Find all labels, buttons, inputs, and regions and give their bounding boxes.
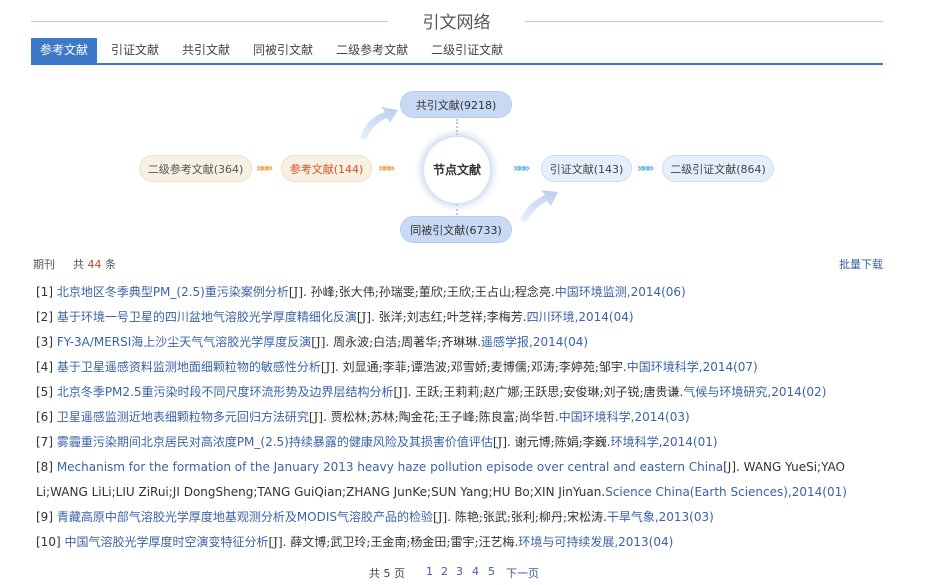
- tab-co-cited[interactable]: 共引文献: [173, 38, 239, 63]
- count-suffix: 条: [105, 258, 116, 271]
- result-count: 共 44 条: [73, 256, 116, 272]
- ref-source-link[interactable]: 环境与可持续发展,2013(04): [518, 535, 673, 549]
- connector-dots: [456, 119, 458, 135]
- ref-number: [2]: [36, 310, 57, 324]
- center-node[interactable]: 节点文献: [424, 137, 490, 203]
- co-citing-node[interactable]: 同被引文献(6733): [400, 216, 512, 243]
- section-title-bar: 引文网络: [31, 8, 883, 36]
- ref-number: [8]: [36, 460, 57, 474]
- ref-authors: [J]. 陈艳;张武;张利;柳丹;宋松涛.: [433, 510, 607, 524]
- secondary-references-node[interactable]: 二级参考文献(364): [139, 155, 252, 182]
- list-item: [10] 中国气溶胶光学厚度时空演变特征分析[J]. 薛文博;武卫玲;王金南;杨…: [36, 530, 866, 555]
- chevrons-icon: »»»: [378, 161, 395, 175]
- section-title: 引文网络: [422, 13, 491, 33]
- citing-node[interactable]: 引证文献(143): [541, 155, 632, 182]
- arrow-up-icon: [360, 107, 398, 140]
- ref-authors: [J]. 贾松林;苏林;陶金花;王子峰;陈良富;尚华哲.: [308, 410, 559, 424]
- ref-source-link[interactable]: 中国环境科学,2014(03): [559, 410, 690, 424]
- ref-title-link[interactable]: 雾霾重污染期间北京居民对高浓度PM_(2.5)持续暴露的健康风险及其损害价值评估: [57, 435, 493, 449]
- tab-references[interactable]: 参考文献: [31, 38, 98, 63]
- tab-secondary-citing[interactable]: 二级引证文献: [422, 38, 512, 63]
- ref-title-link[interactable]: 基于环境一号卫星的四川盆地气溶胶光学厚度精细化反演: [57, 310, 357, 324]
- secondary-citing-node[interactable]: 二级引证文献(864): [662, 155, 774, 182]
- page-link-4[interactable]: 4: [472, 565, 479, 578]
- ref-authors: [J]. 薛文博;武卫玲;王金南;杨金田;雷宇;汪艺梅.: [268, 535, 519, 549]
- reference-list: [1] 北京地区冬季典型PM_(2.5)重污染案例分析[J]. 孙峰;张大伟;孙…: [36, 280, 866, 555]
- chevrons-icon: »»»: [513, 161, 530, 175]
- references-node-label: 参考文献(144): [289, 163, 364, 176]
- ref-number: [9]: [36, 510, 57, 524]
- ref-source-link[interactable]: 四川环境,2014(04): [527, 310, 634, 324]
- pagination: 共 5 页 1 2 3 4 5 下一页: [0, 565, 945, 581]
- ref-authors: [J]. 刘显通;李菲;谭浩波;邓雪娇;麦博儒;邓涛;李婷苑;邹宇.: [320, 360, 627, 374]
- ref-authors: [J]. 孙峰;张大伟;孙瑞雯;董欣;王欣;王占山;程念亮.: [288, 285, 555, 299]
- list-item: [4] 基于卫星遥感资料监测地面细颗粒物的敏感性分析[J]. 刘显通;李菲;谭浩…: [36, 355, 866, 380]
- ref-title-link[interactable]: 北京冬季PM2.5重污染时段不同尺度环流形势及边界层结构分析: [57, 385, 394, 399]
- list-item: [6] 卫星遥感监测近地表细颗粒物多元回归方法研究[J]. 贾松林;苏林;陶金花…: [36, 405, 866, 430]
- references-node[interactable]: 参考文献(144): [281, 155, 372, 182]
- page-total: 共 5 页: [369, 567, 405, 580]
- ref-title-link[interactable]: 北京地区冬季典型PM_(2.5)重污染案例分析: [57, 285, 289, 299]
- page-link-3[interactable]: 3: [456, 565, 463, 578]
- ref-number: [4]: [36, 360, 57, 374]
- list-item: [2] 基于环境一号卫星的四川盆地气溶胶光学厚度精细化反演[J]. 张洋;刘志红…: [36, 305, 866, 330]
- co-cited-node[interactable]: 共引文献(9218): [400, 91, 512, 118]
- batch-download-link[interactable]: 批量下载: [839, 256, 883, 272]
- citation-network-diagram: 共引文献(9218) 二级参考文献(364) »»» 参考文献(144) »»»…: [0, 80, 945, 250]
- ref-source-link[interactable]: 环境科学,2014(01): [611, 435, 718, 449]
- title-divider-left: [31, 21, 388, 22]
- ref-number: [7]: [36, 435, 57, 449]
- ref-title-link[interactable]: 中国气溶胶光学厚度时空演变特征分析: [64, 535, 268, 549]
- list-item: [1] 北京地区冬季典型PM_(2.5)重污染案例分析[J]. 孙峰;张大伟;孙…: [36, 280, 866, 305]
- list-header: 期刊 共 44 条 批量下载: [33, 256, 883, 272]
- title-divider-right: [525, 21, 883, 22]
- ref-authors: [J]. 周永波;白洁;周著华;齐琳琳.: [311, 335, 482, 349]
- chevrons-icon: »»»: [256, 161, 273, 175]
- tab-citing[interactable]: 引证文献: [102, 38, 168, 63]
- count-prefix: 共: [73, 258, 84, 271]
- ref-number: [10]: [36, 535, 65, 549]
- ref-source-link[interactable]: 气候与环境研究,2014(02): [683, 385, 826, 399]
- ref-title-link[interactable]: FY-3A/MERSI海上沙尘天气气溶胶光学厚度反演: [57, 335, 311, 349]
- page-link-2[interactable]: 2: [441, 565, 448, 578]
- ref-source-link[interactable]: 中国环境科学,2014(07): [627, 360, 758, 374]
- ref-number: [1]: [36, 285, 57, 299]
- list-item: [7] 雾霾重污染期间北京居民对高浓度PM_(2.5)持续暴露的健康风险及其损害…: [36, 430, 866, 455]
- connector-dots: [456, 204, 458, 215]
- list-item: [9] 青藏高原中部气溶胶光学厚度地基观测分析及MODIS气溶胶产品的检验[J]…: [36, 505, 866, 530]
- citation-tabs: 参考文献 引证文献 共引文献 同被引文献 二级参考文献 二级引证文献: [31, 38, 883, 65]
- ref-source-link[interactable]: 中国环境监测,2014(06): [555, 285, 686, 299]
- tab-co-citing[interactable]: 同被引文献: [244, 38, 322, 63]
- ref-authors: [J]. 谢元博;陈娟;李巍.: [492, 435, 611, 449]
- ref-authors: [J]. 张洋;刘志红;叶芝祥;李梅芳.: [356, 310, 527, 324]
- list-item: [5] 北京冬季PM2.5重污染时段不同尺度环流形势及边界层结构分析[J]. 王…: [36, 380, 866, 405]
- ref-title-link[interactable]: 基于卫星遥感资料监测地面细颗粒物的敏感性分析: [57, 360, 321, 374]
- ref-number: [5]: [36, 385, 57, 399]
- next-page-link[interactable]: 下一页: [506, 565, 539, 581]
- ref-source-link[interactable]: 干旱气象,2013(03): [607, 510, 714, 524]
- ref-title-link[interactable]: Mechanism for the formation of the Janua…: [57, 460, 723, 474]
- page-link-5[interactable]: 5: [488, 565, 495, 578]
- chevrons-icon: »»»: [637, 161, 654, 175]
- tab-secondary-references[interactable]: 二级参考文献: [327, 38, 417, 63]
- ref-source-link[interactable]: Science China(Earth Sciences),2014(01): [605, 485, 847, 499]
- ref-source-link[interactable]: 遥感学报,2014(04): [481, 335, 588, 349]
- ref-title-link[interactable]: 青藏高原中部气溶胶光学厚度地基观测分析及MODIS气溶胶产品的检验: [57, 510, 433, 524]
- arrow-up-icon: [520, 190, 558, 222]
- ref-authors: [J]. 王跃;王莉莉;赵广娜;王跃思;安俊琳;刘子锐;唐贵谦.: [393, 385, 684, 399]
- ref-number: [3]: [36, 335, 57, 349]
- list-item: [8] Mechanism for the formation of the J…: [36, 455, 866, 505]
- page-link-1[interactable]: 1: [426, 565, 433, 578]
- list-item: [3] FY-3A/MERSI海上沙尘天气气溶胶光学厚度反演[J]. 周永波;白…: [36, 330, 866, 355]
- list-type-label: 期刊: [33, 258, 55, 271]
- count-value: 44: [87, 258, 102, 271]
- ref-title-link[interactable]: 卫星遥感监测近地表细颗粒物多元回归方法研究: [57, 410, 309, 424]
- ref-number: [6]: [36, 410, 57, 424]
